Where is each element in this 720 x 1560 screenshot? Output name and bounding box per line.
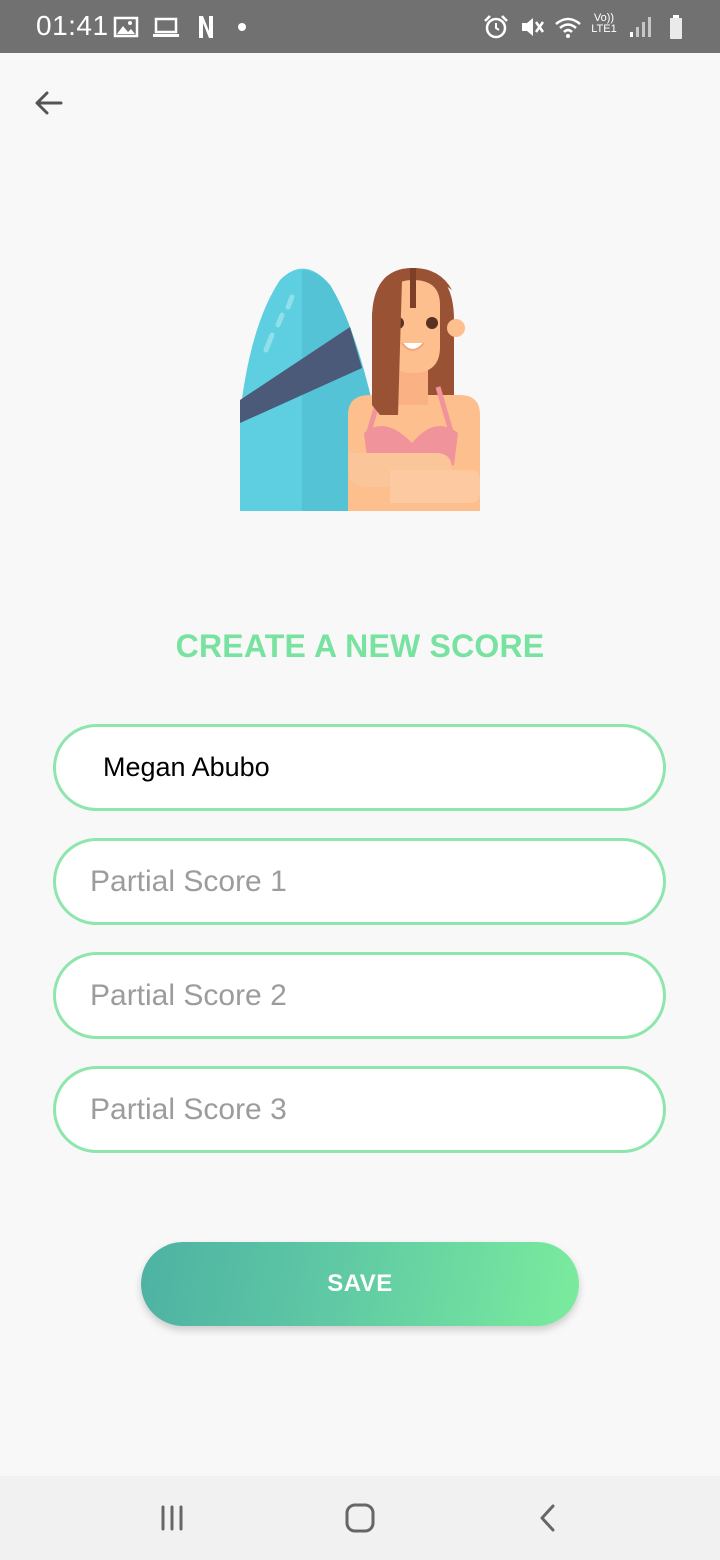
hair-part	[410, 268, 416, 308]
wifi-icon	[554, 13, 582, 41]
arrow-left-icon	[35, 91, 63, 115]
alarm-icon	[482, 13, 510, 41]
name-input[interactable]	[53, 724, 666, 811]
battery-icon	[662, 13, 690, 41]
dot-icon	[238, 23, 246, 31]
recents-icon	[161, 1505, 183, 1531]
eye-right	[426, 317, 438, 329]
mute-icon	[518, 13, 546, 41]
save-button[interactable]: SAVE	[141, 1242, 579, 1326]
partial-score-1-input[interactable]	[53, 838, 666, 925]
partial-score-2-input[interactable]	[53, 952, 666, 1039]
home-button[interactable]	[336, 1494, 384, 1542]
volte-icon: Vo)) LTE1	[590, 13, 618, 41]
status-time: 01:41	[36, 10, 109, 41]
status-bar: 01:41 Vo)) LTE1	[0, 0, 720, 53]
page-title: CREATE A NEW SCORE	[175, 628, 545, 664]
signal-icon	[626, 13, 654, 41]
ear	[447, 319, 465, 337]
system-back-button[interactable]	[524, 1494, 572, 1542]
navigation-bar	[0, 1476, 720, 1560]
netflix-icon	[192, 13, 220, 41]
laptop-icon	[152, 13, 180, 41]
recents-button[interactable]	[148, 1494, 196, 1542]
back-icon	[540, 1504, 555, 1532]
image-icon	[112, 13, 140, 41]
surfer-girl-illustration	[240, 265, 480, 511]
status-right-icons: Vo)) LTE1	[482, 13, 690, 41]
arm-right	[390, 470, 480, 503]
status-left-icons	[112, 13, 246, 41]
home-icon	[345, 1503, 375, 1533]
partial-score-3-input[interactable]	[53, 1066, 666, 1153]
back-button[interactable]	[26, 80, 72, 126]
volte-line2: LTE1	[591, 23, 617, 35]
